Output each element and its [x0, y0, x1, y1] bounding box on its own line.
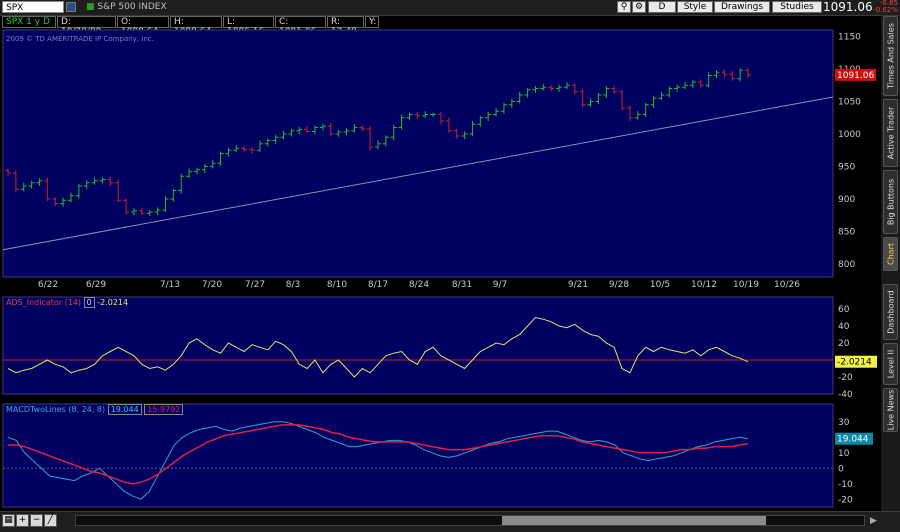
- date-box: D: 10/20/09: [57, 16, 116, 37]
- copyright-text: 2009 © TD AMERITRADE IP Company, Inc.: [6, 35, 154, 43]
- ads-y-tick-label: -40: [838, 390, 853, 400]
- last-price-label: 1091.06: [837, 71, 874, 81]
- timeframe-box[interactable]: SPX 1 y D: [2, 16, 56, 28]
- tab-label: Times And Sales: [886, 23, 895, 89]
- drawings-button[interactable]: Drawings: [714, 1, 770, 13]
- macd-title[interactable]: MACDTwoLines (8, 24, 8): [6, 405, 105, 414]
- description-text: S&P 500 INDEX: [97, 2, 167, 12]
- price-x-tick-label: 10/5: [650, 280, 670, 290]
- price-x-tick-label: 9/28: [609, 280, 629, 290]
- settings-icon[interactable]: ⚙: [632, 1, 646, 13]
- top-toolbar: SPX ■ S&P 500 INDEX ⚲ ⚙ D Style Drawings…: [0, 0, 900, 16]
- chart-scrollbar[interactable]: [75, 515, 865, 526]
- link-icon[interactable]: ⚲: [617, 1, 631, 13]
- period-button[interactable]: D: [648, 1, 676, 13]
- price-x-tick-label: 6/22: [38, 280, 58, 290]
- macd-slow-value: 15.9792: [144, 404, 184, 415]
- ads-y-tick-label: 40: [838, 322, 850, 332]
- symbol-input[interactable]: SPX: [2, 1, 64, 13]
- price-panel-bg: [2, 29, 834, 278]
- price-x-tick-label: 10/19: [733, 280, 759, 290]
- ads-panel-bg: [2, 296, 834, 395]
- macd-y-tick-label: -20: [838, 495, 853, 505]
- tab-dashboard[interactable]: Dashboard: [883, 284, 898, 340]
- price-x-tick-label: 7/13: [160, 280, 180, 290]
- studies-label: Studies: [780, 2, 814, 12]
- price-x-tick-label: 8/24: [409, 280, 429, 290]
- zoom-out-icon[interactable]: −: [30, 514, 43, 527]
- grid-icon[interactable]: ▦: [2, 514, 15, 527]
- ads-y-tick-label: 20: [838, 339, 850, 349]
- ads-value-label: -2.0214: [837, 358, 872, 368]
- tab-label: Chart: [886, 243, 895, 265]
- tab-label: Big Buttons: [886, 178, 895, 226]
- symbol-description: ■ S&P 500 INDEX: [86, 1, 167, 14]
- open-box: O: 1098.64: [117, 16, 169, 37]
- price-y-tick-label: 1150: [838, 33, 861, 43]
- price-y-tick-label: 950: [838, 163, 855, 173]
- ads-title[interactable]: ADS_Indicator (14): [6, 298, 81, 307]
- right-sidebar: Times And Sales Active Trader Big Button…: [881, 16, 900, 516]
- macd-fast-value: 19.044: [107, 404, 142, 415]
- price-x-tick-label: 10/26: [774, 280, 800, 290]
- tab-active-trader[interactable]: Active Trader: [883, 99, 898, 167]
- scroll-right-icon[interactable]: ▶: [870, 516, 877, 526]
- drawings-label: Drawings: [720, 2, 764, 12]
- price-y-tick-label: 1000: [838, 130, 861, 140]
- status-dot-icon: ■: [86, 2, 95, 12]
- style-label: Style: [683, 2, 707, 12]
- price-y-tick-label: 1050: [838, 98, 861, 108]
- price-x-tick-label: 9/7: [493, 280, 507, 290]
- tab-big-buttons[interactable]: Big Buttons: [883, 170, 898, 234]
- macd-panel-bg: [2, 403, 834, 508]
- price-x-tick-label: 8/17: [368, 280, 388, 290]
- price-y-tick-label: 800: [838, 260, 855, 270]
- price-x-tick-label: 7/27: [245, 280, 265, 290]
- tab-chart[interactable]: Chart: [883, 237, 898, 271]
- studies-button[interactable]: Studies: [772, 1, 822, 13]
- macd-y-tick-label: 10: [838, 449, 850, 459]
- high-box: H: 1098.64: [170, 16, 222, 37]
- price-change-pct: -0.62%: [873, 6, 898, 14]
- chart-area[interactable]: 80085090095010001050110011506/226/297/13…: [0, 29, 881, 511]
- macd-y-tick-label: 0: [838, 464, 844, 474]
- tab-label: Level II: [886, 349, 895, 379]
- ads-title-row: ADS_Indicator (14) 0 -2.0214: [6, 297, 129, 308]
- draw-line-icon[interactable]: ╱: [44, 514, 57, 527]
- style-button[interactable]: Style: [677, 1, 713, 13]
- bottom-toolbar: ▦ + − ╱ ▶: [0, 511, 900, 532]
- price-x-tick-label: 10/12: [691, 280, 717, 290]
- range-box: R: 12.48: [327, 16, 364, 37]
- price-y-tick-label: 900: [838, 195, 855, 205]
- tab-label: Dashboard: [886, 290, 895, 334]
- symbol-lookup-button[interactable]: [66, 2, 76, 12]
- tab-live-news[interactable]: Live News: [883, 388, 898, 432]
- tab-label: Live News: [886, 389, 895, 431]
- y-box: Y:: [365, 16, 379, 28]
- tab-level-ii[interactable]: Level II: [883, 343, 898, 385]
- ads-param: 0: [83, 297, 95, 308]
- price-x-tick-label: 8/3: [286, 280, 300, 290]
- last-price: 1091.06: [823, 0, 873, 14]
- ads-y-tick-label: -20: [838, 373, 853, 383]
- price-x-tick-label: 9/21: [568, 280, 588, 290]
- low-box: L: 1086.16: [223, 16, 274, 37]
- price-x-tick-label: 6/29: [86, 280, 106, 290]
- price-x-tick-label: 8/31: [452, 280, 472, 290]
- macd-y-tick-label: 30: [838, 418, 850, 428]
- close-box: C: 1091.06: [275, 16, 326, 37]
- ads-y-tick-label: 60: [838, 305, 850, 315]
- macd-title-row: MACDTwoLines (8, 24, 8) 19.044 15.9792: [6, 404, 184, 415]
- tab-label: Active Trader: [886, 106, 895, 160]
- price-x-tick-label: 8/10: [327, 280, 347, 290]
- price-x-tick-label: 7/20: [202, 280, 222, 290]
- macd-fast-marker-label: 19.044: [837, 435, 869, 445]
- zoom-in-icon[interactable]: +: [16, 514, 29, 527]
- scrollbar-thumb[interactable]: [502, 516, 766, 525]
- tab-times-and-sales[interactable]: Times And Sales: [883, 16, 898, 96]
- ads-value: -2.0214: [97, 298, 129, 307]
- macd-y-tick-label: -10: [838, 480, 853, 490]
- price-y-tick-label: 850: [838, 228, 855, 238]
